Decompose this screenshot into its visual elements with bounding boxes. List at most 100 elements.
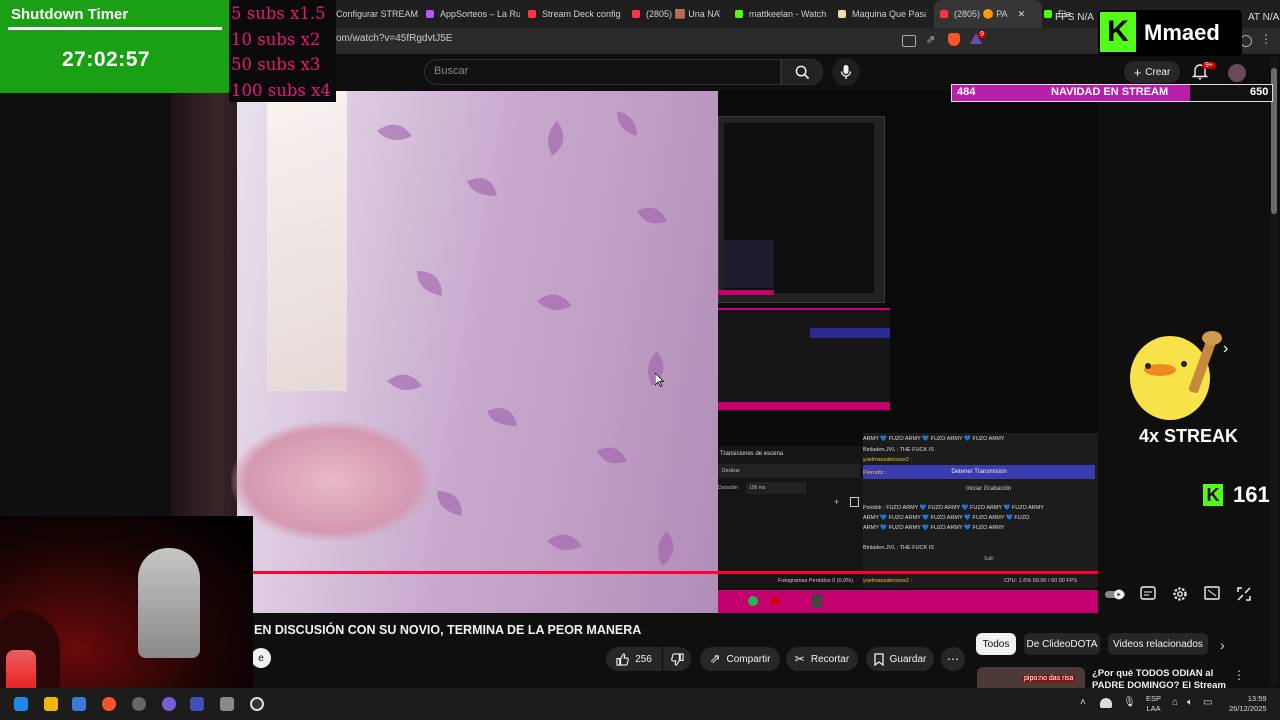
obs-duration-value: 100 ms [749, 485, 766, 491]
tab-favicon-icon [940, 10, 948, 18]
language-indicator[interactable]: ESP LAA [1146, 694, 1161, 714]
settings-button[interactable] [1172, 586, 1190, 602]
browser-menu-icon[interactable]: ⋮ [1260, 32, 1272, 46]
video-title: EN DISCUSIÓN CON SU NOVIO, TERMINA DE LA… [254, 623, 642, 637]
browser-tab[interactable]: Configurar STREAM [322, 0, 418, 28]
thumbs-down-icon [670, 652, 684, 666]
gaming-chair-image [138, 548, 200, 658]
app-icon[interactable] [220, 697, 234, 711]
brave-browser-icon[interactable] [102, 697, 116, 711]
keyboard-layout: LAA [1146, 704, 1161, 713]
obs-nested-bar [718, 290, 774, 295]
thumbs-up-icon [616, 652, 630, 666]
kick-logo-icon: K [1100, 12, 1136, 52]
save-button[interactable]: Guardar [866, 647, 934, 671]
chevron-right-icon: › [1223, 340, 1229, 357]
tab-favicon-icon [1044, 10, 1052, 18]
chip-videos-relacionados[interactable]: Videos relacionados [1108, 633, 1208, 655]
clip-label: Recortar [810, 653, 850, 665]
start-menu-icon[interactable] [14, 697, 28, 711]
tab-label: mattkeelan - Watch [749, 9, 827, 19]
app-icon[interactable] [132, 697, 146, 711]
obs-nested-preview [724, 240, 774, 288]
tab-favicon-icon [528, 10, 536, 18]
create-label: Crear [1145, 66, 1171, 78]
share-page-icon[interactable]: ⇗ [926, 33, 935, 46]
browser-tab[interactable]: Maquina Que Pasa [838, 0, 926, 28]
subtitles-button[interactable] [1140, 586, 1158, 602]
app-icon[interactable] [162, 697, 176, 711]
app-icon [812, 594, 822, 608]
more-horizontal-icon: ⋯ [947, 652, 959, 666]
subs-multiplier-item: 5 subs x1.5 [231, 4, 326, 23]
obs-nested-chat [718, 308, 890, 412]
url-text[interactable]: om/watch?v=45fRgdvtJ5E [336, 33, 452, 44]
video-progress-fill[interactable] [253, 571, 1098, 574]
subscribe-button[interactable]: e [251, 648, 271, 668]
notifications-badge: 9+ [1202, 62, 1216, 69]
chat-message: Pierrettz : [863, 470, 887, 476]
dislike-button[interactable] [663, 647, 691, 671]
stat-readout: AT N/A [1248, 12, 1280, 23]
app-icon[interactable] [190, 697, 204, 711]
streak-label: 4x STREAK [1139, 426, 1239, 446]
chip-de-clideodota[interactable]: De ClideoDOTA [1024, 633, 1100, 655]
obs-add-icon: + [834, 497, 840, 507]
create-button[interactable]: + Crear [1124, 61, 1180, 83]
obs-start-recording-button: Iniciar Grabación [966, 486, 1012, 492]
tab-label: AppSorteos – La Ru [440, 9, 520, 19]
search-button[interactable] [781, 59, 823, 85]
more-actions-button[interactable]: ⋯ [941, 647, 965, 671]
network-icon[interactable]: ⌂ [1172, 697, 1178, 708]
bookmark-icon [874, 652, 884, 666]
timer-divider [8, 27, 222, 30]
microphone-icon[interactable]: 🎙︎ [1123, 697, 1136, 708]
like-button[interactable]: 256 [606, 647, 662, 671]
browser-tab-active[interactable]: (2805) 🟠 PA ✕ [934, 0, 1042, 28]
related-menu-icon[interactable]: ⋮ [1233, 668, 1245, 682]
battery-icon[interactable]: ▭ [1203, 697, 1212, 708]
clip-button[interactable]: ✂ Recortar [786, 647, 858, 671]
obs-transitions-title: Transiciones de escena [720, 451, 784, 457]
chat-message: yoelmassabroosx2 : [863, 578, 912, 584]
obs-nested-button [810, 328, 890, 338]
app-icon [770, 596, 780, 606]
chip-todos[interactable]: Todos [976, 633, 1016, 655]
subs-multiplier-item: 50 subs x3 [231, 55, 321, 74]
share-label: Compartir [726, 653, 771, 665]
miniplayer-button[interactable] [1204, 586, 1222, 602]
avatar[interactable] [1228, 64, 1246, 82]
app-icon[interactable] [72, 697, 86, 711]
chat-message: yoelmassabroosx2 : [863, 457, 912, 463]
tab-favicon-icon [838, 10, 846, 18]
fullscreen-button[interactable] [1236, 586, 1254, 602]
clock[interactable]: 13:59 26/12/2025 [1229, 694, 1267, 714]
cloud-icon[interactable] [1100, 698, 1112, 708]
chevron-up-icon[interactable]: ˄ [1080, 697, 1086, 708]
browser-tab[interactable]: AppSorteos – La Ru [426, 0, 520, 28]
close-tab-icon[interactable]: ✕ [1018, 9, 1026, 20]
file-explorer-icon[interactable] [44, 697, 58, 711]
search-icon [795, 65, 809, 79]
browser-tab[interactable]: Stream Deck config [528, 0, 620, 28]
search-input[interactable] [424, 59, 781, 85]
voice-search-button[interactable] [832, 58, 860, 86]
chevron-right-icon[interactable]: › [1220, 637, 1225, 653]
language-code: ESP [1146, 694, 1162, 703]
install-app-icon[interactable] [902, 35, 916, 47]
tab-label: (2805) 🟫 Una NAV [646, 8, 720, 19]
autoplay-toggle[interactable] [1104, 586, 1126, 602]
share-icon: ⇗ [709, 651, 721, 666]
chat-message: Pzickkk : FUZO ARMY 💙 FUZO ARMY 💙 FUZO A… [863, 505, 1044, 511]
browser-tab[interactable]: mattkeelan - Watch [735, 0, 827, 28]
autoplay-toggle-icon [1105, 589, 1125, 600]
obs-nested-taskbar [718, 402, 890, 410]
brave-shield-icon[interactable] [948, 33, 960, 46]
kick-channel-name: Mmaed [1144, 20, 1220, 45]
volume-icon[interactable]: 🔈︎ [1187, 697, 1193, 708]
obs-studio-icon[interactable] [250, 697, 264, 711]
related-video-title[interactable]: ¿Por qué TODOS ODIAN al PADRE DOMINGO? E… [1092, 668, 1227, 688]
share-button[interactable]: ⇗ Compartir [700, 647, 780, 671]
kick-follower-count: 161 [1233, 482, 1270, 507]
browser-tab[interactable]: (2805) 🟫 Una NAV [632, 0, 720, 28]
